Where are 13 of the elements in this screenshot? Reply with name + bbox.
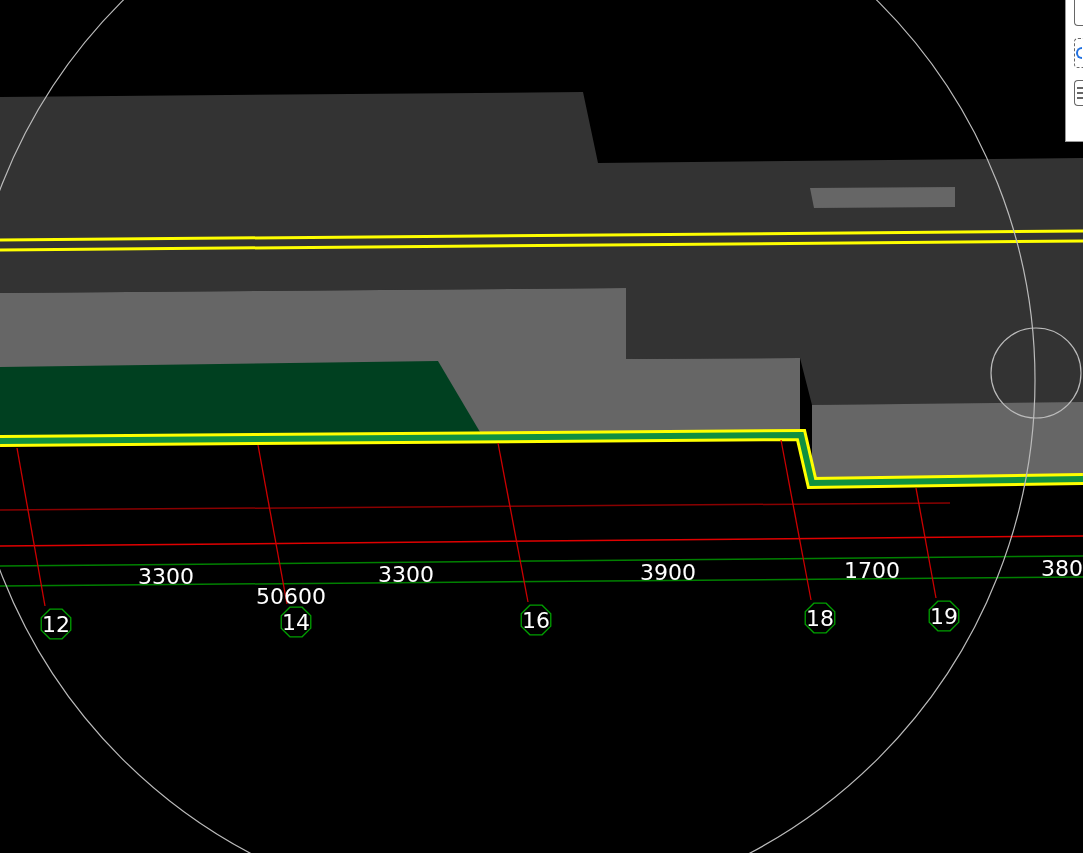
frame-icon[interactable] (1074, 0, 1083, 26)
dimension-text: 3300 (138, 564, 194, 589)
axis-marker: 19 (928, 600, 960, 632)
axis-marker: 16 (520, 604, 552, 636)
dimension-text: 3900 (640, 560, 696, 585)
dimension-text: 1700 (844, 558, 900, 583)
dimension-text: 380 (1041, 556, 1083, 581)
axis-marker: 12 (40, 608, 72, 640)
axis-marker: 14 (280, 606, 312, 638)
list-icon[interactable] (1074, 80, 1083, 106)
dashed-frame-icon[interactable] (1074, 38, 1083, 68)
dimension-text: 3300 (378, 562, 434, 587)
axis-marker: 18 (804, 602, 836, 634)
